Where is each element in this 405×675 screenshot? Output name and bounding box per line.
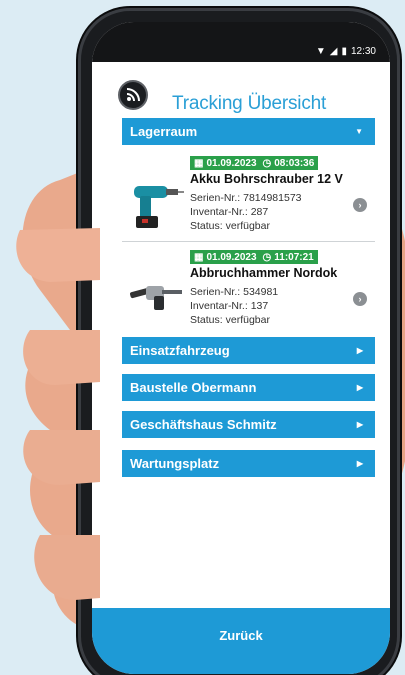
section-lagerraum[interactable]: Lagerraum ▼ [122,118,375,145]
demolition-hammer-icon [130,286,182,310]
caret-down-icon: ▼ [355,127,363,136]
battery-icon: ▮ [341,45,347,57]
section-label: Geschäftshaus Schmitz [130,417,277,432]
date-badge: ▦ 01.09.2023 ◷ 08:03:36 [190,156,319,170]
item-time: 08:03:36 [274,157,315,169]
item-date: 01.09.2023 [206,251,257,263]
section-geschaeftshaus-schmitz[interactable]: Geschäftshaus Schmitz ▶ [122,411,375,438]
status-time: 12:30 [350,46,376,57]
section-wartungsplatz[interactable]: Wartungsplatz ▶ [122,450,375,477]
status-bar: ▼ ◢ ▮ 12:30 [92,22,390,62]
item-inventory: Inventar-Nr.: 287 [190,206,269,218]
cordless-drill-icon [134,186,184,228]
chevron-right-icon[interactable]: › [353,292,367,306]
item-serial: Serien-Nr.: 534981 [190,286,279,298]
signal-icon[interactable] [118,80,148,110]
item-time: 11:07:21 [274,251,314,263]
item-divider [122,241,375,242]
caret-right-icon: ▶ [356,383,363,392]
item-name: Akku Bohrschrauber 12 V [190,172,343,186]
clock-icon: ◷ [262,251,272,263]
app-header: Tracking Übersicht [92,62,390,114]
status-icons: ▼ ◢ ▮ 12:30 [316,46,376,57]
item-date: 01.09.2023 [206,157,257,169]
item-inventory: Inventar-Nr.: 137 [190,300,269,312]
page-title: Tracking Übersicht [172,93,327,114]
item-name: Abbruchhammer Nordok [190,266,338,280]
chevron-right-icon[interactable]: › [353,198,367,212]
calendar-icon: ▦ [194,251,204,263]
clock-icon: ◷ [262,157,272,169]
calendar-icon: ▦ [194,157,204,169]
caret-right-icon: ▶ [356,420,363,429]
list-item[interactable]: ▦ 01.09.2023 ◷ 08:03:36 Akku Bohrschraub… [122,152,375,238]
item-serial: Serien-Nr.: 7814981573 [190,192,302,204]
date-badge: ▦ 01.09.2023 ◷ 11:07:21 [190,250,318,264]
wifi-icon: ▼ [315,45,326,57]
section-label: Baustelle Obermann [130,380,257,395]
section-einsatzfahrzeug[interactable]: Einsatzfahrzeug ▶ [122,337,375,364]
phone-screen: ▼ ◢ ▮ 12:30 Tracking Übersicht Lagerraum… [92,22,390,674]
item-status: Status: verfügbar [190,314,270,326]
item-status: Status: verfügbar [190,220,270,232]
caret-right-icon: ▶ [356,346,363,355]
section-label: Einsatzfahrzeug [130,343,230,358]
section-label: Wartungsplatz [130,456,220,471]
back-button-label: Zurück [219,628,263,643]
cellular-signal-icon: ◢ [329,45,338,57]
back-button[interactable]: Zurück [92,608,390,674]
caret-right-icon: ▶ [356,459,363,468]
section-baustelle-obermann[interactable]: Baustelle Obermann ▶ [122,374,375,401]
section-label: Lagerraum [130,124,198,139]
list-item[interactable]: ▦ 01.09.2023 ◷ 11:07:21 Abbruchhammer No… [122,246,375,332]
